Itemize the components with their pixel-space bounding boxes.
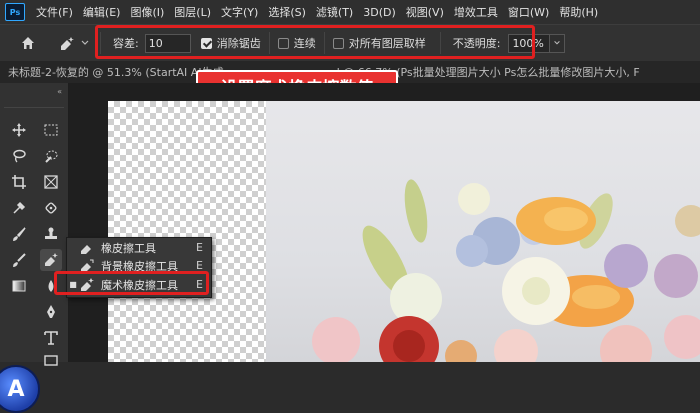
stamp-tool-icon[interactable] [40,223,62,245]
menu-filter[interactable]: 滤镜(T) [311,4,358,20]
floating-assistant-icon[interactable]: A [0,365,40,413]
home-icon[interactable] [20,35,36,51]
options-highlight-frame [95,25,535,59]
spot-healing-tool-icon[interactable] [40,197,62,219]
pen-tool-icon[interactable] [40,301,62,323]
quick-select-tool-icon[interactable] [40,145,62,167]
menu-help[interactable]: 帮助(H) [554,4,603,20]
panel-collapse-button[interactable]: « [57,87,62,96]
crop-tool-icon[interactable] [8,171,30,193]
lasso-tool-icon[interactable] [8,145,30,167]
dodge-tool-icon[interactable] [8,301,30,323]
menu-layer[interactable]: 图层(L) [169,4,216,20]
flyout-item-label: 橡皮擦工具 [101,241,156,255]
eyedropper-tool-icon[interactable] [8,197,30,219]
menu-view[interactable]: 视图(V) [401,4,449,20]
brush-tool-icon[interactable] [8,223,30,245]
path-select-tool-icon[interactable] [8,327,30,349]
document-tab[interactable]: 未标题-2-恢复的 @ 51.3% (StartAI AI生成 [0,64,224,80]
magic-eraser-icon [61,37,74,50]
menu-bar: Ps 文件(F) 编辑(E) 图像(I) 图层(L) 文字(Y) 选择(S) 滤… [0,0,700,24]
gradient-tool-icon[interactable] [8,275,30,297]
menu-3d[interactable]: 3D(D) [358,6,401,19]
transparent-area [108,101,266,362]
tool-preset-picker[interactable] [58,35,90,51]
flower-photo [266,101,700,362]
menu-type[interactable]: 文字(Y) [216,4,263,20]
menu-file[interactable]: 文件(F) [31,4,78,20]
flyout-item-eraser[interactable]: 橡皮擦工具 E [67,239,211,256]
menu-window[interactable]: 窗口(W) [503,4,554,20]
magic-eraser-highlight-frame [54,271,209,295]
eraser-tool-icon[interactable] [40,249,62,271]
flyout-item-shortcut: E [196,241,203,254]
marquee-tool-icon[interactable] [40,119,62,141]
frame-tool-icon[interactable] [40,171,62,193]
flower-bouquet-image [312,179,700,362]
photoshop-logo: Ps [5,3,25,21]
tools-panel: « A [0,83,69,413]
menu-edit[interactable]: 编辑(E) [78,4,126,20]
panel-grip[interactable] [4,99,64,108]
type-tool-icon[interactable] [40,327,62,349]
chevron-down-icon [81,40,89,45]
history-brush-tool-icon[interactable] [8,249,30,271]
move-tool-icon[interactable] [8,119,30,141]
rectangle-tool-icon[interactable] [40,349,62,371]
canvas-area[interactable] [68,83,700,362]
opacity-dropdown[interactable] [550,33,566,53]
menu-plugins[interactable]: 增效工具 [449,4,503,20]
menu-image[interactable]: 图像(I) [125,4,169,20]
menu-select[interactable]: 选择(S) [263,4,311,20]
chevron-down-icon [554,41,561,45]
eraser-icon [81,244,91,254]
